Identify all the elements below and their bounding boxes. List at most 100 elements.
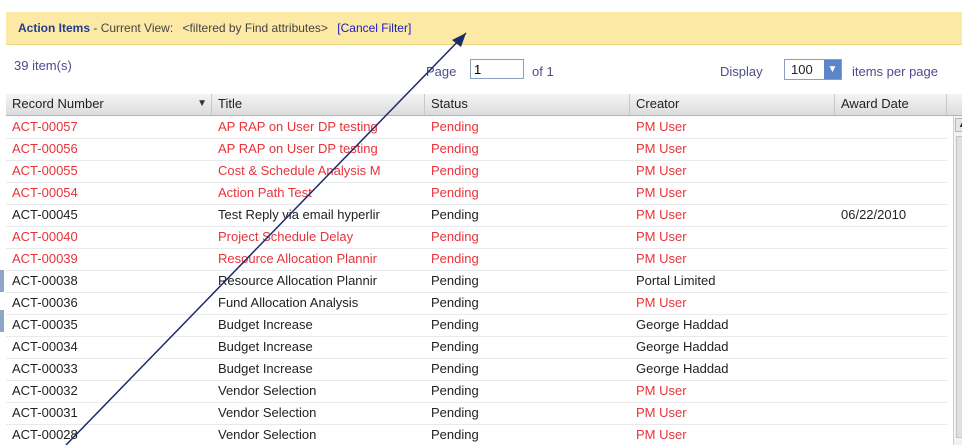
column-header-creator[interactable]: Creator <box>630 94 835 115</box>
creator-cell: George Haddad <box>636 317 729 332</box>
record-number-cell[interactable]: ACT-00040 <box>6 226 212 248</box>
page-label: Page <box>426 64 457 79</box>
creator-cell: PM User <box>636 405 687 420</box>
record-number-cell[interactable]: ACT-00032 <box>6 380 212 402</box>
creator-cell: PM User <box>636 251 687 266</box>
award-date-cell <box>835 314 947 336</box>
award-date-cell <box>835 226 947 248</box>
record-number-cell[interactable]: ACT-00056 <box>6 138 212 160</box>
banner-title: Action Items <box>18 21 91 35</box>
record-number-cell[interactable]: ACT-00054 <box>6 182 212 204</box>
cancel-filter-link[interactable]: [Cancel Filter] <box>337 21 411 35</box>
record-number-cell[interactable]: ACT-00057 <box>6 116 212 138</box>
table-row[interactable]: ACT-00056 AP RAP on User DP testing Pendin… <box>6 138 947 161</box>
record-number-cell[interactable]: ACT-00045 <box>6 204 212 226</box>
column-header-title[interactable]: Title <box>212 94 425 115</box>
view-banner: Action Items - Current View: <filtered b… <box>6 12 962 45</box>
record-number-cell[interactable]: ACT-00033 <box>6 358 212 380</box>
action-items-grid: Record Number ▼ Title Status Creator Awa… <box>6 94 962 445</box>
table-row[interactable]: ACT-00038 Resource Allocation Plannir Pend… <box>6 270 947 293</box>
chevron-down-icon[interactable]: ▼ <box>824 60 841 79</box>
title-cell: Resource Allocation Plannir <box>218 273 377 288</box>
title-cell: Project Schedule Delay <box>218 229 354 244</box>
award-date-cell <box>835 248 947 270</box>
title-cell: Resource Allocation Plannir <box>218 251 377 266</box>
table-row[interactable]: ACT-00033 Budget Increase Pending George Ha… <box>6 358 947 381</box>
column-header-award-date[interactable]: Award Date <box>835 94 947 115</box>
table-row[interactable]: ACT-00031 Vendor Selection Pending PM User <box>6 402 947 425</box>
creator-cell: PM User <box>636 207 687 222</box>
column-header-label: Record Number <box>12 96 104 111</box>
table-row[interactable]: ACT-00054 Action Path Test Pending PM User <box>6 182 947 205</box>
record-number-cell[interactable]: ACT-00038 <box>6 270 212 292</box>
title-cell: Cost & Schedule Analysis M <box>218 163 381 178</box>
vertical-scrollbar[interactable]: ▲ <box>953 116 962 445</box>
status-cell: Pending <box>431 317 479 332</box>
title-cell: AP RAP on User DP testing <box>218 141 378 156</box>
column-header-label: Status <box>431 96 468 111</box>
creator-cell: PM User <box>636 295 687 310</box>
table-row[interactable]: ACT-00045 Test Reply via email hyperlir Pe… <box>6 204 947 227</box>
status-cell: Pending <box>431 207 479 222</box>
award-date-cell <box>835 292 947 314</box>
status-cell: Pending <box>431 119 479 134</box>
status-cell: Pending <box>431 361 479 376</box>
status-cell: Pending <box>431 273 479 288</box>
column-header-status[interactable]: Status <box>425 94 630 115</box>
current-view-label: Current View: <box>100 21 174 35</box>
award-date-cell <box>835 160 947 182</box>
scrollbar-thumb[interactable] <box>956 136 962 438</box>
edge-marker <box>0 270 4 292</box>
column-header-record-number[interactable]: Record Number ▼ <box>6 94 212 115</box>
banner-row: Action Items - Current View: <filtered b… <box>18 21 411 35</box>
record-number-cell[interactable]: ACT-00039 <box>6 248 212 270</box>
record-number-cell[interactable]: ACT-00035 <box>6 314 212 336</box>
record-number-cell[interactable]: ACT-00055 <box>6 160 212 182</box>
status-cell: Pending <box>431 339 479 354</box>
award-date-cell <box>835 336 947 358</box>
table-row[interactable]: ACT-00040 Project Schedule Delay Pending PM… <box>6 226 947 249</box>
status-cell: Pending <box>431 141 479 156</box>
record-number-cell[interactable]: ACT-00028 <box>6 424 212 445</box>
record-number-cell[interactable]: ACT-00031 <box>6 402 212 424</box>
title-cell: Vendor Selection <box>218 383 317 398</box>
scroll-up-icon[interactable]: ▲ <box>955 118 962 132</box>
table-row[interactable]: ACT-00036 Fund Allocation Analysis Pending… <box>6 292 947 315</box>
page-number-input[interactable] <box>470 59 524 79</box>
sort-desc-icon[interactable]: ▼ <box>197 94 207 114</box>
record-number-cell[interactable]: ACT-00036 <box>6 292 212 314</box>
display-label: Display <box>720 64 763 79</box>
column-header-label: Award Date <box>841 96 909 111</box>
status-cell: Pending <box>431 163 479 178</box>
status-cell: Pending <box>431 295 479 310</box>
status-cell: Pending <box>431 185 479 200</box>
table-header: Record Number ▼ Title Status Creator Awa… <box>6 94 962 116</box>
table-row[interactable]: ACT-00028 Vendor Selection Pending PM User <box>6 424 947 445</box>
award-date-cell <box>835 116 947 138</box>
creator-cell: PM User <box>636 383 687 398</box>
status-cell: Pending <box>431 427 479 442</box>
status-cell: Pending <box>431 405 479 420</box>
title-cell: AP RAP on User DP testing <box>218 119 378 134</box>
status-cell: Pending <box>431 383 479 398</box>
table-row[interactable]: ACT-00057 AP RAP on User DP testing Pendin… <box>6 116 947 139</box>
table-row[interactable]: ACT-00039 Resource Allocation Plannir Pend… <box>6 248 947 271</box>
creator-cell: PM User <box>636 427 687 442</box>
page-size-select[interactable]: 100 ▼ <box>784 59 842 80</box>
award-date-cell <box>835 138 947 160</box>
award-date-cell <box>835 182 947 204</box>
banner-separator: - <box>90 21 101 35</box>
award-date-cell: 06/22/2010 <box>841 207 907 222</box>
column-header-label: Creator <box>636 96 680 111</box>
creator-cell: George Haddad <box>636 339 729 354</box>
filter-description: <filtered by Find attributes> <box>182 21 328 35</box>
status-cell: Pending <box>431 229 479 244</box>
table-row[interactable]: ACT-00034 Budget Increase Pending George Ha… <box>6 336 947 359</box>
creator-cell: PM User <box>636 141 687 156</box>
record-number-cell[interactable]: ACT-00034 <box>6 336 212 358</box>
items-per-page-label: items per page <box>852 64 938 79</box>
table-row[interactable]: ACT-00032 Vendor Selection Pending PM User <box>6 380 947 403</box>
table-row[interactable]: ACT-00035 Budget Increase Pending George Ha… <box>6 314 947 337</box>
table-row[interactable]: ACT-00055 Cost & Schedule Analysis M Pendi… <box>6 160 947 183</box>
item-count: 39 item(s) <box>14 58 72 73</box>
